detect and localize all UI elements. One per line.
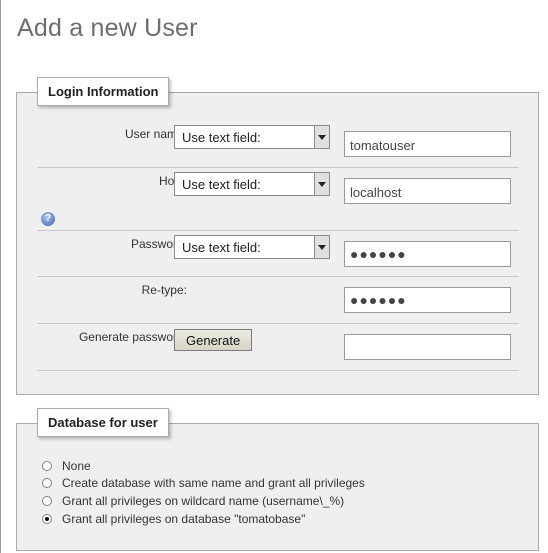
radio-button-checked[interactable] — [42, 514, 52, 524]
password-input[interactable]: ●●●●●● — [344, 241, 511, 267]
username-type-value: Use text field: — [182, 130, 261, 145]
host-type-value: Use text field: — [182, 177, 261, 192]
row-divider — [37, 230, 519, 231]
database-for-user-fieldset: Database for user None Create database w… — [16, 408, 539, 551]
page-title: Add a new User — [17, 14, 198, 42]
password-type-select[interactable]: Use text field: — [174, 235, 330, 259]
radio-button[interactable] — [42, 478, 52, 488]
login-information-fieldset: Login Information User name: Use text fi… — [16, 77, 539, 395]
chevron-down-icon[interactable] — [314, 126, 329, 148]
generated-password-input[interactable] — [344, 334, 511, 360]
username-input[interactable]: tomatouser — [344, 131, 511, 157]
login-information-legend: Login Information — [37, 77, 170, 106]
row-divider — [37, 167, 519, 168]
host-type-select[interactable]: Use text field: — [174, 172, 330, 196]
radio-button[interactable] — [42, 496, 52, 506]
db-option-label: Grant all privileges on database "tomato… — [62, 512, 306, 526]
row-divider — [37, 323, 519, 324]
db-option-label: None — [62, 459, 91, 473]
database-for-user-legend: Database for user — [37, 408, 169, 437]
host-input[interactable]: localhost — [344, 178, 511, 204]
chevron-down-icon[interactable] — [314, 236, 329, 258]
chevron-down-icon[interactable] — [314, 173, 329, 195]
radio-button[interactable] — [42, 461, 52, 471]
retype-label: Re-type: — [141, 283, 187, 297]
left-border — [0, 0, 1, 553]
row-divider — [37, 276, 519, 277]
row-divider — [37, 370, 519, 371]
help-icon[interactable]: ? — [41, 212, 55, 226]
generate-password-label: Generate password: — [78, 330, 187, 344]
retype-password-input[interactable]: ●●●●●● — [344, 287, 511, 313]
password-type-value: Use text field: — [182, 240, 261, 255]
db-option-label: Create database with same name and grant… — [62, 476, 365, 490]
username-type-select[interactable]: Use text field: — [174, 125, 330, 149]
generate-button[interactable]: Generate — [174, 329, 253, 351]
db-option-label: Grant all privileges on wildcard name (u… — [62, 494, 345, 508]
